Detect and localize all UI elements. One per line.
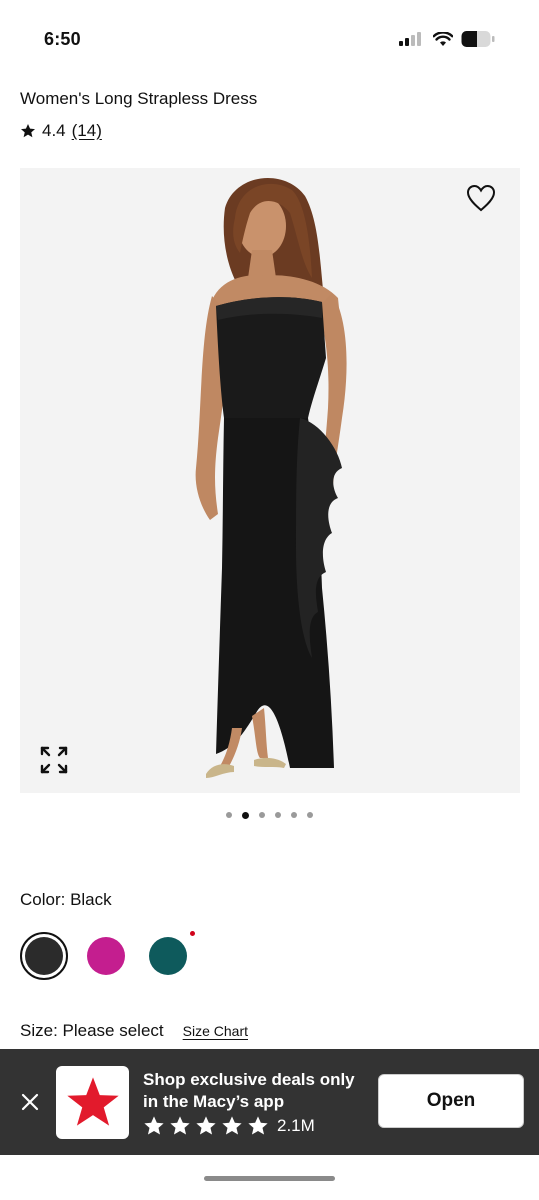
product-image[interactable] — [20, 168, 520, 793]
star-icon — [222, 1116, 242, 1135]
banner-line-1: Shop exclusive deals only — [143, 1070, 355, 1089]
status-icons — [399, 30, 495, 48]
swatch-teal-fill — [149, 937, 187, 975]
swatch-teal[interactable] — [144, 931, 195, 980]
star-icon — [248, 1116, 268, 1135]
macys-star-icon — [66, 1076, 119, 1126]
star-icon — [196, 1116, 216, 1135]
color-swatches — [20, 931, 195, 980]
carousel-dots — [0, 811, 539, 819]
status-bar: 6:50 — [0, 0, 539, 70]
wifi-icon — [433, 31, 453, 46]
banner-line-2: in the Macy’s app — [143, 1092, 285, 1111]
macys-logo — [56, 1066, 129, 1139]
rating-row[interactable]: 4.4 (14) — [20, 121, 102, 141]
star-icon — [144, 1116, 164, 1135]
expand-fullscreen-icon[interactable] — [40, 746, 68, 774]
size-label: Size: Please select — [20, 1021, 164, 1040]
banner-rating: 2.1M — [143, 1115, 315, 1137]
carousel-dot[interactable] — [307, 812, 313, 818]
carousel-dot[interactable] — [259, 812, 265, 818]
swatch-black[interactable] — [20, 932, 68, 980]
app-install-banner: Shop exclusive deals only in the Macy’s … — [0, 1049, 539, 1155]
carousel-dot-active[interactable] — [242, 811, 249, 819]
product-photo — [195, 177, 347, 778]
close-icon[interactable] — [20, 1092, 40, 1112]
home-indicator[interactable] — [204, 1176, 335, 1181]
download-count: 2.1M — [277, 1116, 315, 1135]
review-count-link[interactable]: (14) — [72, 121, 102, 141]
carousel-dot[interactable] — [291, 812, 297, 818]
star-icon — [170, 1116, 190, 1135]
status-time: 6:50 — [44, 29, 81, 49]
rating-value: 4.4 — [42, 121, 66, 140]
banner-message: Shop exclusive deals only in the Macy’s … — [143, 1069, 355, 1113]
size-chart-link[interactable]: Size Chart — [183, 1023, 248, 1039]
carousel-dot[interactable] — [275, 812, 281, 818]
battery-icon — [461, 31, 495, 47]
swatch-black-fill — [25, 937, 63, 975]
open-app-button[interactable]: Open — [378, 1074, 524, 1128]
swatch-pink-fill — [87, 937, 125, 975]
swatch-pink[interactable] — [82, 932, 130, 980]
new-indicator-dot — [190, 931, 195, 936]
size-row: Size: Please select Size Chart — [20, 1021, 248, 1041]
color-label: Color: Black — [20, 890, 112, 909]
star-icon — [21, 124, 35, 138]
wishlist-heart-icon[interactable] — [466, 184, 496, 212]
product-title: Women's Long Strapless Dress — [20, 89, 258, 108]
carousel-dot[interactable] — [226, 812, 232, 818]
cellular-signal-icon — [399, 32, 421, 46]
